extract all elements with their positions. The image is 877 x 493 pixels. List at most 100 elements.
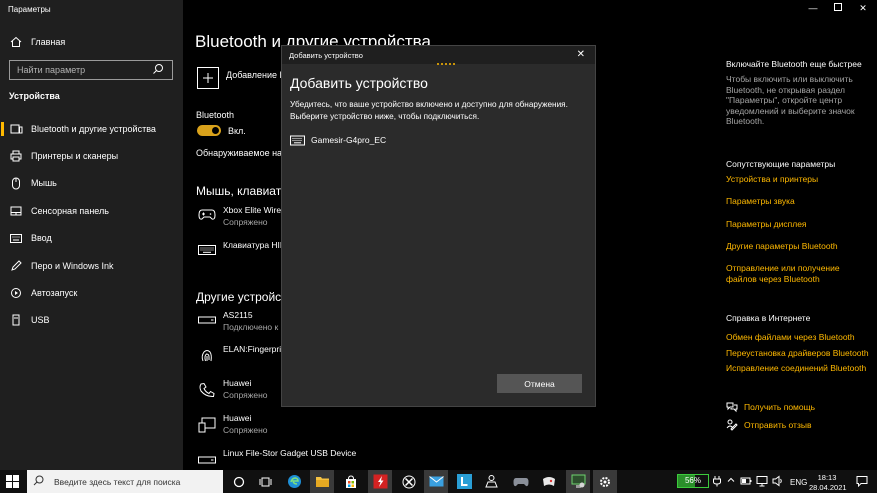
help-link[interactable]: Исправление соединений Bluetooth — [726, 363, 866, 374]
sidebar-item-label: Сенсорная панель — [31, 206, 109, 216]
dialog-window-title: Добавить устройство — [289, 51, 363, 60]
sidebar-item-touchpad[interactable]: Сенсорная панель — [0, 201, 183, 221]
related-link[interactable]: Параметры дисплея — [726, 219, 807, 230]
found-device-item[interactable]: Gamesir-G4pro_EC — [290, 134, 386, 146]
bluetooth-toggle[interactable] — [197, 125, 221, 136]
dialog-heading: Добавить устройство — [290, 75, 428, 91]
sidebar-item-label: Bluetooth и другие устройства — [31, 124, 156, 134]
found-device-name: Gamesir-G4pro_EC — [311, 135, 387, 145]
cortana-icon[interactable] — [230, 473, 247, 490]
phone-icon — [198, 382, 216, 398]
clock-time[interactable]: 18:13 — [812, 473, 842, 482]
device-manager-icon[interactable] — [566, 470, 590, 493]
sidebar-item-typing[interactable]: Ввод — [0, 228, 183, 248]
autoplay-icon — [9, 286, 23, 300]
settings-app-icon[interactable] — [593, 470, 617, 493]
mouse-icon — [9, 176, 23, 190]
help-link[interactable]: Переустановка драйверов Bluetooth — [726, 348, 869, 359]
mail-icon[interactable] — [424, 470, 448, 493]
device-item[interactable]: Huawei Сопряжено — [196, 413, 296, 439]
minimize-button[interactable]: — — [806, 3, 820, 13]
flash-app-icon[interactable] — [368, 470, 392, 493]
clock-date[interactable]: 28.04.2021 — [809, 483, 847, 492]
sidebar-item-printers[interactable]: Принтеры и сканеры — [0, 146, 183, 166]
faster-text: Чтобы включить или выключить Bluetooth, … — [726, 74, 855, 126]
search-icon[interactable] — [152, 63, 168, 77]
related-link[interactable]: Отправление или получение файлов через B… — [726, 263, 871, 285]
get-help-link[interactable]: Получить помощь — [726, 401, 815, 413]
device-name: Linux File-Stor Gadget USB Device — [223, 448, 357, 458]
bluetooth-label: Bluetooth — [196, 110, 235, 120]
sidebar-item-bluetooth[interactable]: Bluetooth и другие устройства — [0, 119, 183, 139]
add-device-button[interactable] — [197, 67, 219, 89]
sidebar-item-home[interactable]: Главная — [0, 32, 183, 52]
phone-device-icon — [198, 417, 216, 433]
notification-icon[interactable] — [856, 475, 868, 488]
sidebar-item-label: Мышь — [31, 178, 57, 188]
battery-indicator[interactable]: 56% — [677, 474, 709, 488]
sidebar-home-label: Главная — [31, 37, 66, 47]
keyboard-icon — [198, 244, 216, 258]
related-link[interactable]: Другие параметры Bluetooth — [726, 241, 838, 252]
device-status: Сопряжено — [223, 425, 268, 435]
edge-icon[interactable] — [286, 473, 303, 490]
plus-icon — [203, 73, 213, 83]
faster-heading: Включайте Bluetooth еще быстрее — [726, 59, 862, 69]
sidebar-item-label: Ввод — [31, 233, 52, 243]
feedback-link[interactable]: Отправить отзыв — [726, 419, 811, 431]
network-icon[interactable] — [756, 475, 769, 488]
xbox-icon[interactable] — [400, 473, 417, 490]
power-plug-icon[interactable] — [712, 475, 725, 488]
steam-like-icon[interactable] — [483, 473, 500, 490]
windows-icon — [6, 475, 19, 488]
get-help-label: Получить помощь — [744, 402, 816, 412]
related-link[interactable]: Устройства и принтеры — [726, 174, 818, 185]
battery-tray-icon[interactable] — [740, 475, 753, 488]
usb-drive-icon — [198, 452, 216, 466]
home-icon — [9, 35, 23, 49]
sidebar-item-label: Автозапуск — [31, 288, 78, 298]
gamepad-app-icon[interactable] — [512, 473, 529, 490]
taskbar-search-input[interactable]: Введите здесь текст для поиска — [27, 470, 223, 493]
device-status: Сопряжено — [223, 217, 268, 227]
related-heading: Сопутствующие параметры — [726, 159, 836, 169]
device-name: Huawei — [223, 413, 252, 423]
cancel-button[interactable]: Отмена — [497, 374, 582, 393]
help-heading: Справка в Интернете — [726, 313, 811, 323]
related-link[interactable]: Параметры звука — [726, 196, 795, 207]
maximize-button[interactable] — [831, 3, 845, 13]
sidebar-item-label: Принтеры и сканеры — [31, 151, 119, 161]
l-app-icon[interactable] — [456, 473, 473, 490]
start-button[interactable] — [6, 475, 20, 489]
search-placeholder: Найти параметр — [17, 65, 86, 75]
sidebar: Параметры Главная Найти параметр Устройс… — [0, 0, 183, 470]
help-link[interactable]: Обмен файлами через Bluetooth — [726, 332, 855, 343]
dialog-close-button[interactable]: ✕ — [577, 49, 585, 60]
search-input[interactable]: Найти параметр — [9, 60, 173, 80]
app-title: Параметры — [8, 5, 51, 14]
device-name: AS2115 — [223, 310, 253, 320]
help-chat-icon — [726, 401, 738, 413]
file-explorer-icon[interactable] — [310, 470, 334, 493]
store-icon[interactable] — [342, 473, 359, 490]
sidebar-item-mouse[interactable]: Мышь — [0, 173, 183, 193]
keyboard-icon — [290, 134, 305, 146]
device-name: Клавиатура HID — [223, 240, 287, 250]
game-controller-icon[interactable] — [540, 473, 557, 490]
usb-drive-icon — [198, 314, 216, 328]
usb-icon — [9, 313, 23, 327]
task-view-icon[interactable] — [257, 473, 274, 490]
device-name: Huawei — [223, 378, 252, 388]
volume-icon[interactable] — [772, 475, 785, 488]
sidebar-item-autoplay[interactable]: Автозапуск — [0, 283, 183, 303]
sidebar-item-pen[interactable]: Перо и Windows Ink — [0, 256, 183, 276]
add-device-dialog: Добавить устройство ✕ Добавить устройств… — [281, 45, 596, 407]
keyboard-icon — [9, 231, 23, 245]
progress-dots — [437, 63, 455, 65]
sidebar-item-label: USB — [31, 315, 50, 325]
language-indicator[interactable]: ENG — [790, 478, 807, 487]
close-button[interactable]: ✕ — [856, 3, 870, 14]
chevron-up-icon[interactable] — [726, 475, 739, 488]
device-name: ELAN:Fingerprint — [223, 344, 289, 354]
sidebar-item-usb[interactable]: USB — [0, 310, 183, 330]
